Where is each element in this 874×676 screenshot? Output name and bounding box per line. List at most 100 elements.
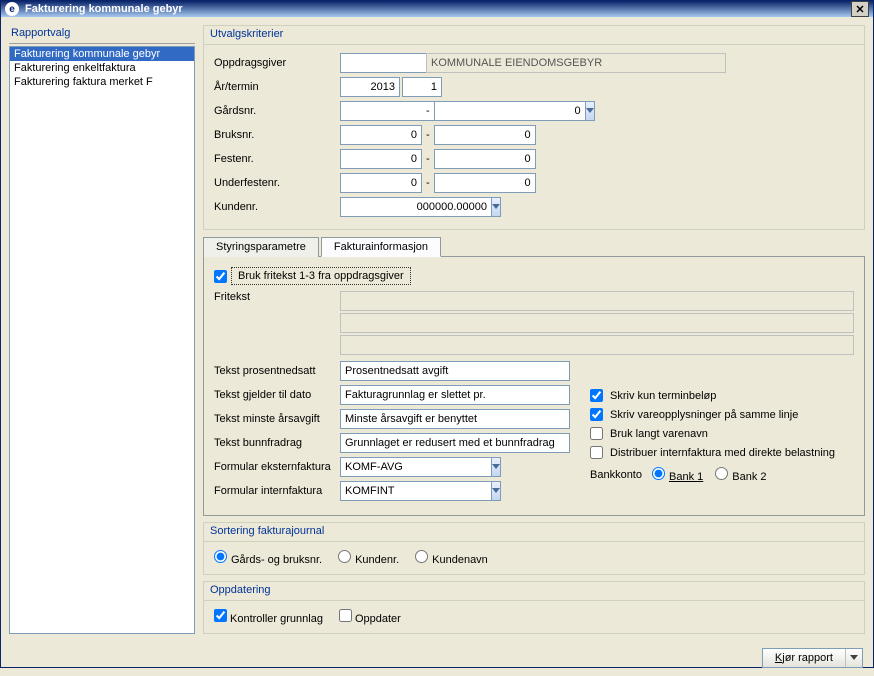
- dash: -: [422, 105, 434, 117]
- langt-varenavn-checkbox[interactable]: [590, 427, 603, 440]
- sort-kundenavn-text: Kundenavn: [432, 554, 488, 566]
- oppdragsgiver-label: Oppdragsgiver: [214, 57, 340, 69]
- app-window: e Fakturering kommunale gebyr ✕ Rapportv…: [0, 0, 874, 668]
- kundenr-label: Kundenr.: [214, 201, 340, 213]
- right-panel: Utvalgskriterier Oppdragsgiver År/termin: [203, 25, 865, 634]
- gardsnr-to-input[interactable]: [434, 101, 586, 121]
- app-icon: e: [5, 2, 19, 16]
- sort-kundenavn-radio[interactable]: [415, 550, 428, 563]
- distribuer-checkbox[interactable]: [590, 446, 603, 459]
- kundenr-input[interactable]: [340, 197, 492, 217]
- chevron-down-icon[interactable]: [586, 101, 595, 121]
- criteria-title: Utvalgskriterier: [204, 26, 864, 45]
- festenr-from-input[interactable]: [340, 149, 422, 169]
- rapportvalg-title: Rapportvalg: [9, 25, 195, 44]
- chevron-down-icon[interactable]: [492, 457, 501, 477]
- oppdatering-title: Oppdatering: [204, 582, 864, 601]
- langt-varenavn-label: Bruk langt varenavn: [610, 428, 708, 440]
- chevron-down-icon[interactable]: [846, 655, 862, 661]
- underfestenr-label: Underfestenr.: [214, 177, 340, 189]
- sort-gards-radio[interactable]: [214, 550, 227, 563]
- close-button[interactable]: ✕: [851, 1, 869, 17]
- list-item-fakturering-enkelt[interactable]: Fakturering enkeltfaktura: [10, 61, 194, 75]
- gardsnr-to-combo[interactable]: [434, 101, 536, 121]
- intern-label: Formular internfaktura: [214, 485, 340, 497]
- skriv-termin-label: Skriv kun terminbeløp: [610, 390, 716, 402]
- dash: -: [422, 129, 434, 141]
- oppdragsgiver-name: [426, 53, 726, 73]
- use-fritekst-checkbox[interactable]: [214, 270, 227, 283]
- tildato-label: Tekst gjelder til dato: [214, 389, 340, 401]
- kontroller-checkbox[interactable]: [214, 609, 227, 622]
- festenr-label: Festenr.: [214, 153, 340, 165]
- kundenr-combo[interactable]: [340, 197, 442, 217]
- underfestenr-to-input[interactable]: [434, 173, 536, 193]
- tab-fakturainformasjon[interactable]: Fakturainformasjon: [321, 237, 441, 257]
- bank1-radio-label[interactable]: Bank 1: [652, 467, 703, 483]
- rapportvalg-list[interactable]: Fakturering kommunale gebyr Fakturering …: [9, 46, 195, 634]
- fritekst3-input[interactable]: [340, 335, 854, 355]
- sortering-group: Sortering fakturajournal Gårds- og bruks…: [203, 522, 865, 575]
- skriv-termin-checkbox[interactable]: [590, 389, 603, 402]
- oppdater-label[interactable]: Oppdater: [339, 609, 401, 625]
- window-title: Fakturering kommunale gebyr: [25, 3, 183, 15]
- oppdater-text: Oppdater: [355, 613, 401, 625]
- sort-kundenr-radio[interactable]: [338, 550, 351, 563]
- distribuer-label: Distribuer internfaktura med direkte bel…: [610, 447, 835, 459]
- sort-kundenr-label[interactable]: Kundenr.: [338, 550, 399, 566]
- bunn-label: Tekst bunnfradrag: [214, 437, 340, 449]
- oppdragsgiver-combo[interactable]: [340, 53, 422, 73]
- bunn-input[interactable]: [340, 433, 570, 453]
- fritekst1-input[interactable]: [340, 291, 854, 311]
- sort-gards-label[interactable]: Gårds- og bruksnr.: [214, 550, 322, 566]
- left-panel: Rapportvalg Fakturering kommunale gebyr …: [9, 25, 195, 634]
- termin-input[interactable]: [402, 77, 442, 97]
- intern-input[interactable]: [340, 481, 492, 501]
- run-report-text: jør rapport: [782, 652, 833, 664]
- kontroller-label[interactable]: Kontroller grunnlag: [214, 609, 323, 625]
- festenr-to-input[interactable]: [434, 149, 536, 169]
- ekstern-combo[interactable]: [340, 457, 448, 477]
- underfestenr-from-input[interactable]: [340, 173, 422, 193]
- list-item-fakturering-kommunale[interactable]: Fakturering kommunale gebyr: [10, 47, 194, 61]
- bank1-radio[interactable]: [652, 467, 665, 480]
- gardsnr-from-combo[interactable]: [340, 101, 422, 121]
- chevron-down-icon[interactable]: [492, 197, 501, 217]
- sort-kundenr-text: Kundenr.: [355, 554, 399, 566]
- intern-combo[interactable]: [340, 481, 448, 501]
- run-report-button[interactable]: Kjør rapport: [762, 648, 863, 668]
- content-area: Rapportvalg Fakturering kommunale gebyr …: [1, 17, 873, 642]
- bank2-radio[interactable]: [715, 467, 728, 480]
- fritekst-label: Fritekst: [214, 291, 340, 303]
- criteria-group: Utvalgskriterier Oppdragsgiver År/termin: [203, 25, 865, 230]
- sort-kundenavn-label[interactable]: Kundenavn: [415, 550, 488, 566]
- gardsnr-label: Gårdsnr.: [214, 105, 340, 117]
- arsavgift-input[interactable]: [340, 409, 570, 429]
- use-fritekst-label: Bruk fritekst 1-3 fra oppdragsgiver: [231, 267, 411, 285]
- bank2-radio-label[interactable]: Bank 2: [715, 467, 766, 483]
- sort-gards-text: Gårds- og bruksnr.: [231, 554, 322, 566]
- chevron-down-icon[interactable]: [492, 481, 501, 501]
- prosent-input[interactable]: [340, 361, 570, 381]
- oppdater-checkbox[interactable]: [339, 609, 352, 622]
- ekstern-input[interactable]: [340, 457, 492, 477]
- bruksnr-to-input[interactable]: [434, 125, 536, 145]
- bruksnr-from-input[interactable]: [340, 125, 422, 145]
- sortering-title: Sortering fakturajournal: [204, 523, 864, 542]
- bank2-text: Bank 2: [732, 471, 766, 483]
- aar-label: År/termin: [214, 81, 340, 93]
- bank1-text: Bank 1: [669, 471, 703, 483]
- skriv-vare-checkbox[interactable]: [590, 408, 603, 421]
- fritekst2-input[interactable]: [340, 313, 854, 333]
- titlebar: e Fakturering kommunale gebyr ✕: [1, 1, 873, 17]
- prosent-label: Tekst prosentnedsatt: [214, 365, 340, 377]
- bruksnr-label: Bruksnr.: [214, 129, 340, 141]
- tab-section: Styringsparametre Fakturainformasjon Bru…: [203, 236, 865, 516]
- bankkonto-label: Bankkonto: [590, 469, 652, 481]
- list-item-fakturering-merket[interactable]: Fakturering faktura merket F: [10, 75, 194, 89]
- oppdatering-group: Oppdatering Kontroller grunnlag Oppdater: [203, 581, 865, 634]
- tildato-input[interactable]: [340, 385, 570, 405]
- dash: -: [422, 153, 434, 165]
- aar-input[interactable]: [340, 77, 400, 97]
- tab-styringsparametre[interactable]: Styringsparametre: [203, 237, 319, 257]
